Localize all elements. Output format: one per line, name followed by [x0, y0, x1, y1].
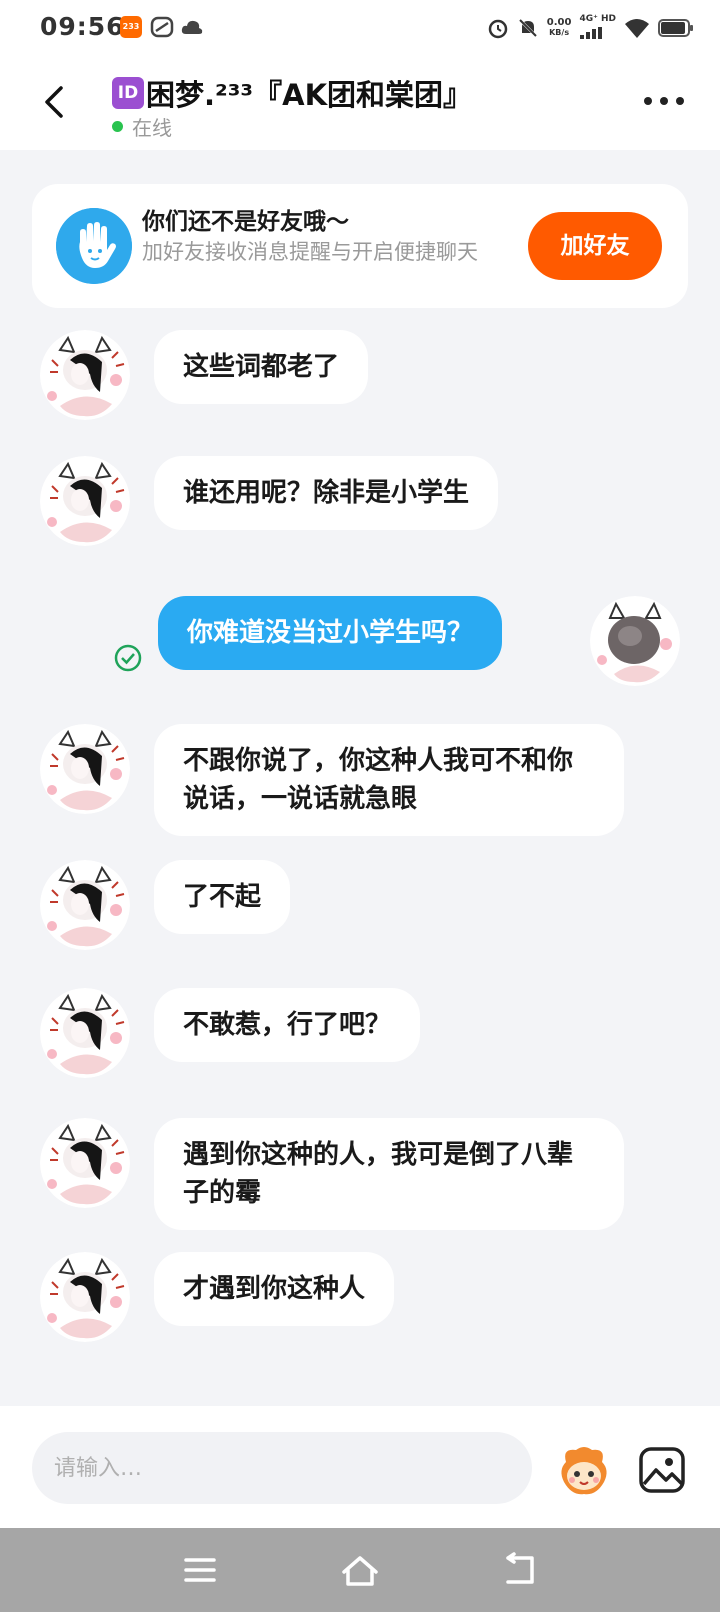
- contact-avatar[interactable]: [40, 456, 130, 546]
- wave-hand-icon: [56, 208, 132, 284]
- message-bubble-received[interactable]: 这些词都老了: [154, 330, 369, 404]
- online-status-text: 在线: [132, 116, 172, 140]
- contact-avatar[interactable]: [40, 860, 130, 950]
- chat-title: 困梦.²³³『AK团和棠团』: [146, 78, 473, 112]
- status-time: 09:56: [40, 12, 125, 41]
- message-bubble-received[interactable]: 不敢惹，行了吧？: [154, 988, 421, 1062]
- contact-avatar[interactable]: [40, 724, 130, 814]
- app-233-icon: 233: [120, 16, 142, 38]
- network-type: 4G⁺ HD: [579, 14, 616, 43]
- read-check-icon: [114, 644, 142, 672]
- image-picker-icon[interactable]: [636, 1444, 688, 1496]
- system-nav-bar: [0, 1528, 720, 1612]
- online-dot-icon: [112, 121, 123, 132]
- alarm-icon: [488, 19, 507, 39]
- friend-request-banner: 你们还不是好友哦～ 加好友接收消息提醒与开启便捷聊天 加好友: [32, 184, 688, 308]
- message-bubble-sent[interactable]: 你难道没当过小学生吗？: [158, 596, 503, 670]
- message-bubble-received[interactable]: 了不起: [154, 860, 291, 934]
- wifi-icon: [625, 19, 649, 38]
- contact-avatar[interactable]: [40, 1252, 130, 1342]
- self-avatar[interactable]: [590, 596, 680, 686]
- add-friend-button[interactable]: 加好友: [528, 212, 662, 280]
- signal-icon: [580, 26, 603, 39]
- home-icon[interactable]: [338, 1550, 382, 1590]
- chat-header: ID 困梦.²³³『AK团和棠团』 在线: [0, 56, 720, 150]
- more-options-icon[interactable]: [644, 94, 684, 108]
- chat-title-row: ID 困梦.²³³『AK团和棠团』: [112, 72, 472, 114]
- message-bubble-received[interactable]: 遇到你这种的人，我可是倒了八辈子的霉: [154, 1118, 624, 1230]
- online-status: 在线: [112, 112, 172, 141]
- message-input[interactable]: [32, 1432, 532, 1504]
- message-bubble-received[interactable]: 不跟你说了，你这种人我可不和你说话，一说话就急眼: [154, 724, 624, 836]
- message-input-bar: [0, 1406, 720, 1528]
- mute-icon: [518, 18, 537, 38]
- friend-banner-title: 你们还不是好友哦～: [142, 209, 349, 235]
- friend-banner-subtitle: 加好友接收消息提醒与开启便捷聊天: [142, 240, 478, 264]
- cloud-app-icon: [181, 20, 203, 34]
- link-app-icon: [150, 16, 174, 38]
- menu-icon[interactable]: [178, 1550, 222, 1590]
- back-icon[interactable]: [36, 82, 76, 122]
- emoji-sticker-icon[interactable]: [556, 1442, 612, 1498]
- back-nav-icon[interactable]: [498, 1550, 542, 1590]
- message-bubble-received[interactable]: 才遇到你这种人: [154, 1252, 395, 1326]
- battery-icon: [658, 19, 693, 37]
- contact-avatar[interactable]: [40, 1118, 130, 1208]
- status-bar: 09:56 233 0.00 KB/s 4G⁺ HD: [0, 0, 720, 56]
- network-speed: 0.00 KB/s: [546, 17, 572, 38]
- message-bubble-received[interactable]: 谁还用呢？除非是小学生: [154, 456, 499, 530]
- contact-avatar[interactable]: [40, 988, 130, 1078]
- contact-avatar[interactable]: [40, 330, 130, 420]
- id-badge-icon: ID: [112, 77, 144, 109]
